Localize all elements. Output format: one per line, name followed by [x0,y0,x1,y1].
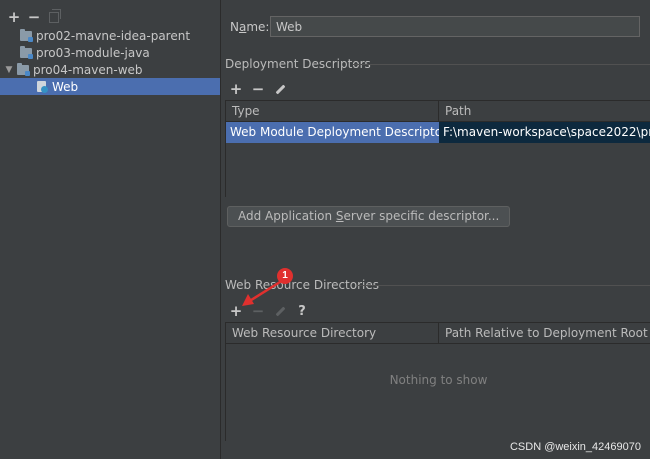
help-icon: ? [298,303,306,319]
add-descriptor-button[interactable]: + [225,79,247,99]
table-header: Type Path [226,101,650,122]
name-label: Name: [230,20,270,34]
section-separator [357,285,650,286]
module-folder-icon [20,45,33,59]
remove-module-button[interactable]: − [24,8,44,26]
tree-item-label: pro02-mavne-idea-parent [36,28,191,43]
plus-icon: + [7,8,21,26]
web-facet-icon [36,80,48,93]
minus-icon: − [251,80,265,98]
column-header-path[interactable]: Path [439,101,650,121]
help-button[interactable]: ? [291,301,313,321]
module-folder-icon [17,62,30,76]
copy-icon [49,8,61,23]
chevron-down-icon[interactable]: ▼ [4,65,14,75]
tree-item-web-facet[interactable]: Web [0,78,220,95]
add-module-button[interactable]: + [4,8,24,26]
empty-table-text: Nothing to show [389,373,488,387]
table-row[interactable]: Web Module Deployment Descriptor F:\mave… [226,122,650,143]
descriptor-path-cell[interactable]: F:\maven-workspace\space2022\pro02-m [439,122,650,143]
pencil-icon [275,306,285,316]
minus-icon: − [27,8,41,26]
web-resource-directories-table: Web Resource Directory Path Relative to … [225,322,650,441]
copy-module-button[interactable] [44,8,64,26]
descriptor-type-cell[interactable]: Web Module Deployment Descriptor [226,122,439,143]
pencil-icon [275,84,285,94]
web-resource-toolbar: + − ? [225,301,650,321]
tree-item-pro02[interactable]: pro02-mavne-idea-parent [0,27,220,44]
tree-item-pro03[interactable]: pro03-module-java [0,44,220,61]
remove-descriptor-button[interactable]: − [247,79,269,99]
project-structure-tree-panel: + − pro02-mavne-idea-parent pro03-module… [0,0,220,459]
table-header: Web Resource Directory Path Relative to … [226,323,650,344]
watermark: CSDN @weixin_42469070 [509,441,641,453]
deployment-descriptors-title: Deployment Descriptors [225,57,371,71]
tree-item-label: pro04-maven-web [33,62,143,77]
tree-item-pro04[interactable]: ▼ pro04-maven-web [0,61,220,78]
web-facet-settings-panel: Name: Deployment Descriptors + − Type Pa… [221,0,650,459]
deployment-descriptors-table: Type Path Web Module Deployment Descript… [225,100,650,197]
name-input[interactable] [270,16,640,37]
column-header-web-resource-directory[interactable]: Web Resource Directory [226,323,439,343]
tree-toolbar: + − [4,8,64,26]
tree-item-label: Web [52,79,79,94]
edit-descriptor-button[interactable] [269,79,291,99]
descriptor-toolbar: + − [225,79,650,99]
column-header-type[interactable]: Type [226,101,439,121]
tree-item-label: pro03-module-java [36,45,150,60]
plus-icon: + [229,80,243,98]
annotation-arrow-icon [242,280,282,306]
add-server-descriptor-button[interactable]: Add Application Server specific descript… [227,206,511,227]
section-separator [353,64,650,65]
column-header-path-relative[interactable]: Path Relative to Deployment Root [439,323,650,343]
module-folder-icon [20,28,33,42]
